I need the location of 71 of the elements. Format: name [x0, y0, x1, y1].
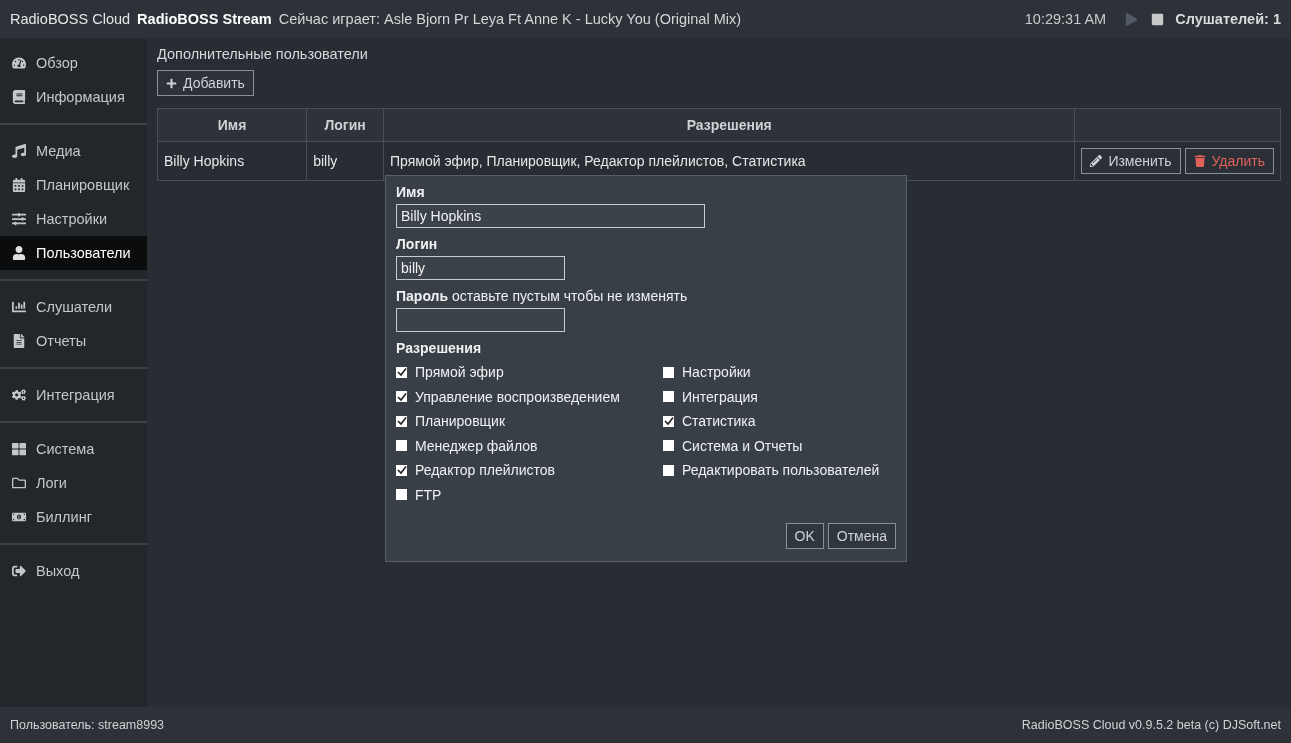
sidebar-item[interactable]: Пользователи	[0, 236, 147, 270]
sidebar-item[interactable]: Биллинг	[0, 500, 147, 534]
password-field[interactable]	[396, 308, 565, 332]
table-cell: Billy Hopkins	[157, 141, 307, 181]
permission-checkbox[interactable]: Планировщик	[396, 409, 663, 434]
check-icon	[396, 391, 407, 402]
permission-checkbox[interactable]: Редактор плейлистов	[396, 458, 663, 483]
bar-chart-icon	[12, 300, 26, 314]
delete-button[interactable]: Удалить	[1184, 148, 1274, 174]
version-info: RadioBOSS Cloud v0.9.5.2 beta (c) DJSoft.net	[1021, 718, 1281, 732]
current-user: Пользователь: stream8993	[10, 718, 165, 732]
document-icon	[12, 334, 26, 348]
section-label: Разрешения	[396, 340, 483, 356]
permission-checkbox[interactable]: Интеграция	[663, 384, 896, 409]
name-field[interactable]: Billy Hopkins	[396, 204, 705, 228]
sign-out-icon	[12, 564, 26, 578]
book-icon	[12, 90, 26, 104]
permission-checkbox[interactable]: Менеджер файлов	[396, 433, 663, 458]
page-title: Дополнительные пользователи	[157, 46, 369, 62]
stop-icon[interactable]	[1151, 12, 1165, 26]
field-label: Логин	[396, 236, 439, 252]
check-icon	[663, 416, 674, 427]
folder-icon	[12, 476, 26, 490]
check-icon	[396, 416, 407, 427]
sidebar-item[interactable]: Обзор	[0, 46, 147, 80]
brand-name: RadioBOSS Cloud	[10, 11, 131, 27]
now-playing: Сейчас играет: Asle Bjorn Pr Leya Ft Anne K - Lucky You (Original Mix)	[278, 11, 742, 27]
permission-checkbox[interactable]: Прямой эфир	[396, 360, 663, 385]
gears-icon	[12, 388, 26, 402]
trash-icon	[1193, 155, 1206, 167]
sidebar-item[interactable]: Медиа	[0, 134, 147, 168]
field-label: Имя	[396, 184, 426, 200]
permission-checkbox[interactable]: Система и Отчеты	[663, 433, 896, 458]
column-header: Разрешения	[383, 108, 1075, 142]
cancel-button[interactable]: Отмена	[827, 523, 896, 549]
sidebar-item[interactable]: Слушатели	[0, 290, 147, 324]
station-name: RadioBOSS Stream	[137, 11, 272, 27]
sidebar-item[interactable]: Система	[0, 432, 147, 466]
grid-icon	[12, 442, 26, 456]
sidebar-item[interactable]: Логи	[0, 466, 147, 500]
sidebar-item[interactable]: Выход	[0, 554, 147, 588]
edit-button[interactable]: Изменить	[1081, 148, 1181, 174]
clock: 10:29:31 AM	[1024, 11, 1107, 27]
gauge-icon	[12, 56, 26, 70]
sidebar-item[interactable]: Планировщик	[0, 168, 147, 202]
calendar-icon	[12, 178, 26, 192]
column-header: Имя	[157, 108, 307, 142]
add-button[interactable]: Добавить	[157, 70, 254, 96]
pencil-icon	[1090, 155, 1103, 167]
login-field[interactable]: billy	[396, 256, 565, 280]
user-icon	[12, 246, 26, 260]
permission-checkbox[interactable]: Статистика	[663, 409, 896, 434]
check-icon	[396, 367, 407, 378]
column-header: Логин	[306, 108, 384, 142]
sidebar-item[interactable]: Отчеты	[0, 324, 147, 358]
sidebar-item[interactable]: Интеграция	[0, 378, 147, 412]
permission-checkbox[interactable]: Редактировать пользователей	[663, 458, 896, 483]
permission-checkbox[interactable]: Управление воспроизведением	[396, 384, 663, 409]
listeners-count: Слушателей: 1	[1175, 11, 1281, 27]
field-label: Пароль оставьте пустым чтобы не изменять	[396, 288, 689, 304]
table-cell: billy	[306, 141, 384, 181]
permission-checkbox[interactable]: Настройки	[663, 360, 896, 385]
music-note-icon	[12, 144, 26, 158]
plus-icon	[166, 77, 177, 89]
permission-checkbox[interactable]: FTP	[396, 482, 663, 507]
sidebar-item[interactable]: Информация	[0, 80, 147, 114]
check-icon	[396, 465, 407, 476]
sliders-icon	[12, 212, 26, 226]
sidebar-item[interactable]: Настройки	[0, 202, 147, 236]
ok-button[interactable]: OK	[785, 523, 824, 549]
banknote-icon	[12, 510, 26, 524]
